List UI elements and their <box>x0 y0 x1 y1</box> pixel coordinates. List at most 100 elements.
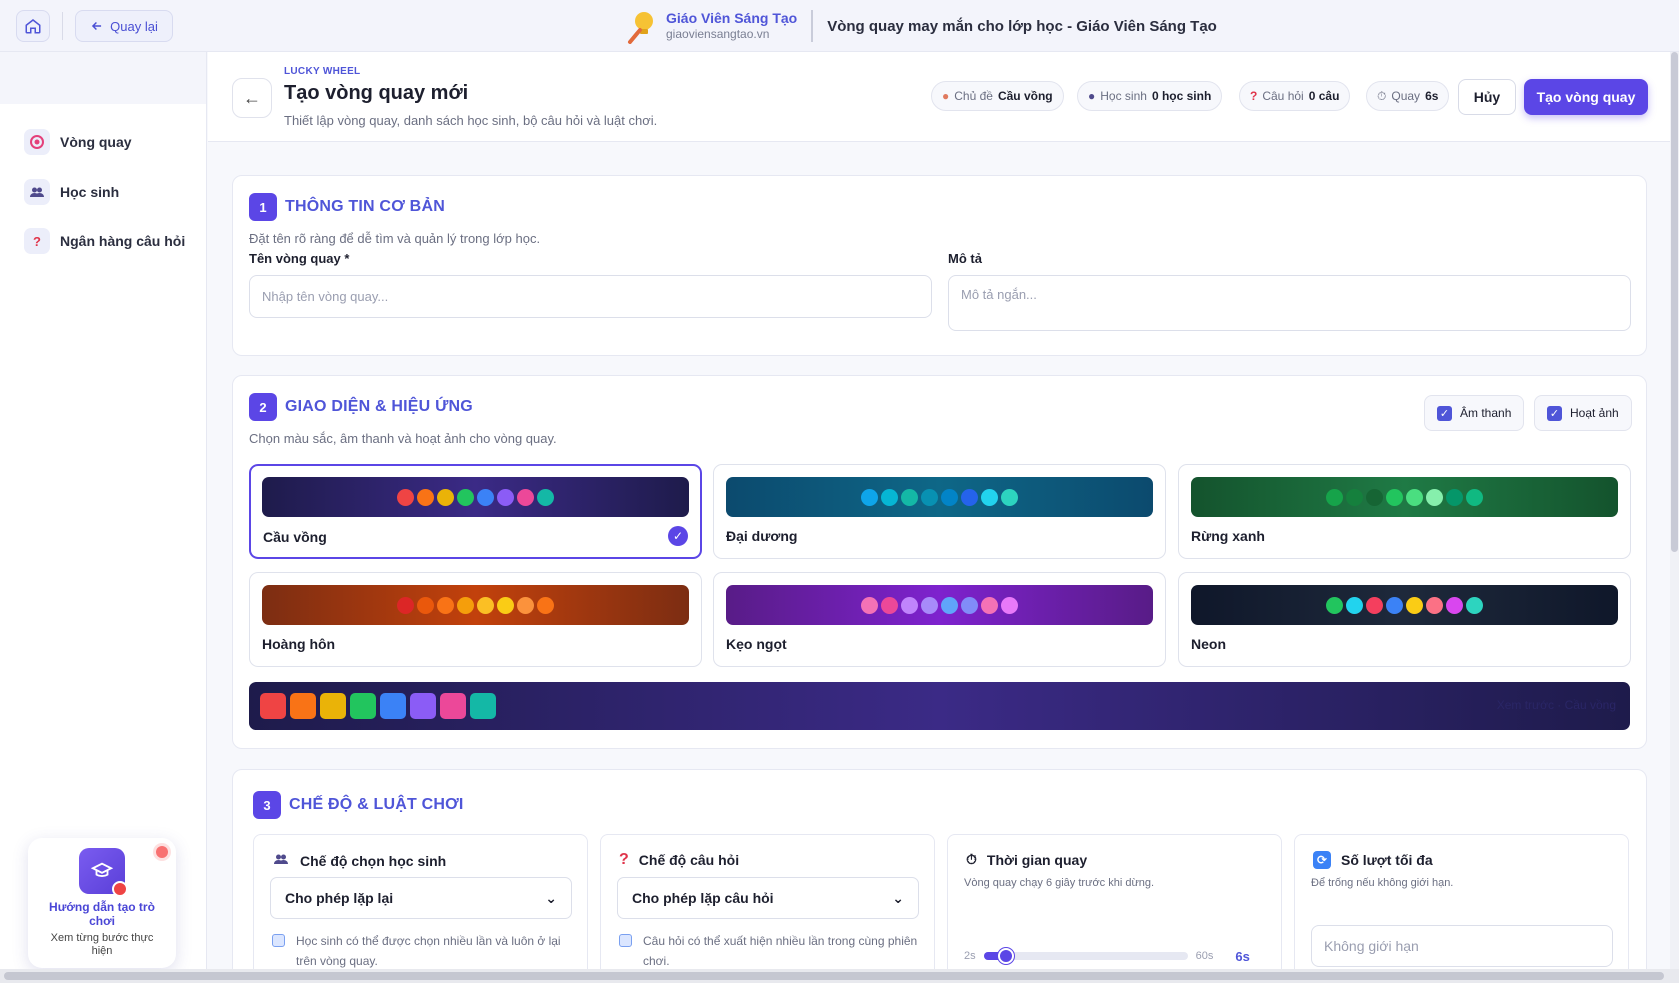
section-desc: Đặt tên rõ ràng để dễ tìm và quản lý tro… <box>249 231 541 246</box>
chip-label: Chủ đề <box>954 89 993 103</box>
student-mode-select[interactable]: Cho phép lặp lại ⌄ <box>270 877 572 919</box>
brand: Giáo Viên Sáng Tạo giaoviensangtao.vn Vò… <box>626 6 1217 46</box>
chip-value: Cầu vồng <box>997 89 1053 103</box>
vertical-scrollbar[interactable] <box>1670 52 1679 983</box>
chip-label: Quay <box>1391 89 1421 103</box>
lightbulb-logo-icon <box>626 8 658 44</box>
spin-time-title: Thời gian quay <box>986 851 1088 868</box>
sidebar-item-label: Ngân hàng câu hỏi <box>60 233 186 249</box>
scrollbar-thumb[interactable] <box>1671 52 1678 552</box>
kicker: LUCKY WHEEL <box>284 66 361 77</box>
preview-color-square <box>350 693 376 719</box>
theme-preview-strip: Xem trước · Cầu vồng <box>249 682 1630 730</box>
animation-label: Hoạt ảnh <box>1570 406 1619 420</box>
slider-thumb[interactable] <box>997 948 1014 964</box>
color-dot <box>477 596 494 614</box>
section-number: 3 <box>253 791 281 819</box>
color-dot <box>457 488 474 506</box>
slider-value: 6s <box>1235 948 1250 964</box>
header-back-button[interactable]: ← <box>232 78 272 118</box>
note-text: Học sinh có thể được chọn nhiều lần và l… <box>296 934 561 968</box>
sound-label: Âm thanh <box>1460 406 1512 420</box>
theme-swatch-bar <box>262 585 689 625</box>
page-header: ← LUCKY WHEEL Tạo vòng quay mới Thiết lậ… <box>208 52 1670 142</box>
color-dot <box>1346 596 1363 614</box>
color-dot <box>1466 596 1483 614</box>
spin-time-card: ⏱ Thời gian quay Vòng quay chạy 6 giây t… <box>947 834 1282 983</box>
appearance-card: 2 GIAO DIỆN & HIỆU ỨNG Chọn màu sắc, âm … <box>232 375 1647 749</box>
section-title: CHẾ ĐỘ & LUẬT CHƠI <box>289 796 464 813</box>
theme-swatch-bar <box>726 585 1153 625</box>
home-button[interactable] <box>16 10 50 42</box>
window-title: Vòng quay may mắn cho lớp học - Giáo Viê… <box>827 17 1217 35</box>
color-dot <box>417 596 434 614</box>
sidebar-item-students[interactable]: Học sinh <box>24 177 119 207</box>
theme-name: Neon <box>1191 636 1226 652</box>
color-dot <box>397 596 414 614</box>
checkbox-checked-icon: ✓ <box>1437 405 1452 421</box>
color-dot <box>537 488 554 506</box>
slider-min-label: 2s <box>964 950 976 962</box>
spin-time-desc: Vòng quay chạy 6 giây trước khi dừng. <box>964 877 1155 889</box>
description-textarea[interactable]: Mô tả ngắn... <box>948 275 1631 331</box>
section-number: 1 <box>249 193 277 221</box>
timer-icon: ⏱ <box>1377 88 1387 103</box>
chip-students: ● Học sinh 0 học sinh <box>1077 81 1223 111</box>
sound-toggle[interactable]: ✓ Âm thanh <box>1424 395 1525 431</box>
student-mode-card: Chế độ chọn học sinh Cho phép lặp lại ⌄ … <box>253 834 588 983</box>
student-mode-note: Học sinh có thể được chọn nhiều lần và l… <box>272 931 572 971</box>
color-dot <box>477 488 494 506</box>
theme-option[interactable]: Rừng xanh <box>1178 464 1631 559</box>
chevron-down-icon: ⌄ <box>892 889 904 906</box>
animation-toggle[interactable]: ✓ Hoạt ảnh <box>1534 395 1632 431</box>
color-dot <box>1446 488 1463 506</box>
color-dot <box>961 488 978 506</box>
question-mode-select[interactable]: Cho phép lặp câu hỏi ⌄ <box>617 877 919 919</box>
section-desc: Chọn màu sắc, âm thanh và hoạt ảnh cho v… <box>249 431 557 446</box>
info-icon <box>272 934 285 947</box>
slider-max-label: 60s <box>1195 950 1214 962</box>
tutorial-subtitle: Xem từng bước thực hiện <box>50 932 154 957</box>
stopwatch-icon: ⏱ <box>966 851 977 867</box>
color-dot <box>941 596 958 614</box>
color-dot <box>901 596 918 614</box>
brand-url: giaoviensangtao.vn <box>666 27 770 41</box>
brand-name: Giáo Viên Sáng Tạo <box>666 10 798 26</box>
color-dot <box>417 488 434 506</box>
create-wheel-button[interactable]: Tạo vòng quay <box>1524 79 1648 115</box>
basic-info-card: 1 THÔNG TIN CƠ BẢN Đặt tên rõ ràng để dễ… <box>232 175 1647 356</box>
cancel-button[interactable]: Hủy <box>1458 79 1516 115</box>
theme-option[interactable]: Neon <box>1178 572 1631 667</box>
tutorial-card[interactable]: Hướng dẫn tạo trò chơi Xem từng bước thự… <box>28 838 176 968</box>
color-dot <box>1001 488 1018 506</box>
theme-option[interactable]: Đại dương <box>713 464 1166 559</box>
wheel-name-input[interactable]: Nhập tên vòng quay... <box>249 275 932 318</box>
chip-theme: ● Chủ đề Cầu vồng <box>931 81 1064 111</box>
color-dot <box>1446 596 1463 614</box>
horizontal-scrollbar[interactable] <box>0 969 1679 983</box>
users-icon <box>272 851 290 870</box>
theme-option[interactable]: Hoàng hôn <box>249 572 702 667</box>
color-dot <box>397 488 414 506</box>
page-subtitle: Thiết lập vòng quay, danh sách học sinh,… <box>284 113 658 128</box>
back-button[interactable]: Quay lại <box>75 10 173 42</box>
color-dot <box>921 596 938 614</box>
max-turns-input[interactable]: Không giới hạn <box>1311 925 1613 967</box>
color-dot <box>517 488 534 506</box>
color-dot <box>497 488 514 506</box>
sidebar-item-wheels[interactable]: Vòng quay <box>24 127 132 157</box>
top-bar: Quay lại Giáo Viên Sáng Tạo giaoviensang… <box>0 0 1679 52</box>
theme-option[interactable]: Kẹo ngọt <box>713 572 1166 667</box>
max-turns-card: ⟳ Số lượt tối đa Để trống nếu không giới… <box>1294 834 1629 983</box>
home-icon <box>25 19 41 34</box>
theme-swatch-bar <box>1191 585 1618 625</box>
slider-track[interactable] <box>983 948 1188 964</box>
graduation-cap-icon <box>79 848 128 897</box>
theme-option[interactable]: Cầu vồng ✓ <box>249 464 702 559</box>
sidebar-item-question-bank[interactable]: ? Ngân hàng câu hỏi <box>24 226 185 256</box>
scrollbar-thumb[interactable] <box>4 972 1664 980</box>
spin-time-slider[interactable]: 2s 60s 6s <box>964 948 1269 964</box>
color-dot <box>1406 596 1423 614</box>
color-dot <box>881 596 898 614</box>
color-dot <box>921 488 938 506</box>
